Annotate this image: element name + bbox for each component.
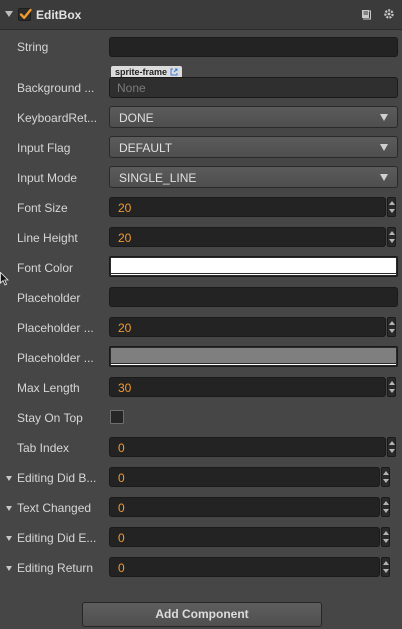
external-link-icon[interactable] (170, 68, 178, 76)
component-enable-checkbox[interactable] (18, 8, 32, 21)
event-editing-did-begin-value: 0 (118, 471, 125, 485)
event-editing-did-end-stepper[interactable] (381, 527, 390, 547)
event-editing-return-input[interactable]: 0 (109, 557, 380, 577)
line-height-input[interactable]: 20 (109, 227, 386, 247)
tab-index-stepper[interactable] (387, 437, 396, 457)
component-title: EditBox (36, 8, 82, 22)
keyboard-return-label: KeyboardRet... (17, 111, 98, 125)
event-editing-did-begin-input[interactable]: 0 (109, 467, 380, 487)
asset-type-text: sprite-frame (115, 67, 168, 77)
max-length-value: 30 (118, 381, 132, 395)
add-component-button[interactable]: Add Component (82, 602, 322, 627)
event-editing-return-stepper[interactable] (381, 557, 390, 577)
expand-arrow-icon[interactable] (6, 566, 12, 571)
event-editing-return-label: Editing Return (17, 561, 94, 575)
background-asset-value: None (117, 81, 146, 95)
book-icon[interactable] (360, 8, 374, 22)
max-length-input[interactable]: 30 (109, 377, 386, 397)
placeholder-font-size-label: Placeholder ... (17, 321, 94, 335)
font-color-swatch[interactable] (109, 256, 398, 277)
gear-icon[interactable] (383, 8, 397, 22)
max-length-stepper[interactable] (387, 377, 396, 397)
event-text-changed-value: 0 (118, 501, 125, 515)
event-text-changed-input[interactable]: 0 (109, 497, 380, 517)
tab-index-input[interactable]: 0 (109, 437, 386, 457)
string-label: String (17, 40, 49, 54)
font-size-value: 20 (118, 201, 132, 215)
placeholder-font-size-input[interactable]: 20 (109, 317, 386, 337)
expand-arrow-icon[interactable] (6, 476, 12, 481)
input-mode-value: SINGLE_LINE (119, 171, 197, 185)
placeholder-input[interactable] (109, 287, 398, 307)
background-asset-field[interactable]: None (109, 77, 398, 98)
string-input[interactable] (109, 37, 398, 57)
line-height-stepper[interactable] (387, 227, 396, 247)
background-image-label: Background ... (17, 81, 95, 95)
font-size-stepper[interactable] (387, 197, 396, 217)
event-editing-did-end-value: 0 (118, 531, 125, 545)
component-header: EditBox (0, 0, 402, 30)
stay-on-top-checkbox[interactable] (110, 410, 124, 424)
line-height-value: 20 (118, 231, 132, 245)
font-size-label: Font Size (17, 201, 68, 215)
event-editing-did-begin-label: Editing Did B... (17, 471, 97, 485)
keyboard-return-select[interactable]: DONE (109, 106, 398, 128)
checkmark-icon (19, 8, 32, 19)
font-size-input[interactable]: 20 (109, 197, 386, 217)
event-editing-return-value: 0 (118, 561, 125, 575)
stay-on-top-label: Stay On Top (17, 411, 83, 425)
font-color-label: Font Color (17, 261, 74, 275)
placeholder-font-color-alpha-bar (111, 364, 396, 365)
event-editing-did-end-input[interactable]: 0 (109, 527, 380, 547)
font-color-alpha-bar (111, 274, 396, 275)
event-editing-did-end-label: Editing Did E... (17, 531, 97, 545)
dropdown-arrow-icon (380, 144, 388, 151)
expand-arrow-icon[interactable] (6, 536, 12, 541)
max-length-label: Max Length (17, 381, 80, 395)
dropdown-arrow-icon (380, 114, 388, 121)
tab-index-label: Tab Index (17, 441, 70, 455)
placeholder-font-size-value: 20 (118, 321, 132, 335)
input-flag-select[interactable]: DEFAULT (109, 136, 398, 158)
input-mode-select[interactable]: SINGLE_LINE (109, 166, 398, 188)
placeholder-label: Placeholder (17, 291, 81, 305)
event-text-changed-label: Text Changed (17, 501, 92, 515)
collapse-arrow-icon[interactable] (5, 11, 13, 17)
input-mode-label: Input Mode (17, 171, 78, 185)
line-height-label: Line Height (17, 231, 78, 245)
keyboard-return-value: DONE (119, 111, 154, 125)
event-editing-did-begin-stepper[interactable] (381, 467, 390, 487)
event-text-changed-stepper[interactable] (381, 497, 390, 517)
placeholder-font-color-fill (111, 348, 396, 363)
dropdown-arrow-icon (380, 174, 388, 181)
mouse-cursor-icon (0, 272, 9, 286)
input-flag-label: Input Flag (17, 141, 71, 155)
font-color-fill (111, 258, 396, 273)
tab-index-value: 0 (118, 441, 125, 455)
placeholder-font-color-label: Placeholder ... (17, 351, 94, 365)
placeholder-font-color-swatch[interactable] (109, 346, 398, 367)
placeholder-font-size-stepper[interactable] (387, 317, 396, 337)
input-flag-value: DEFAULT (119, 141, 173, 155)
expand-arrow-icon[interactable] (6, 506, 12, 511)
